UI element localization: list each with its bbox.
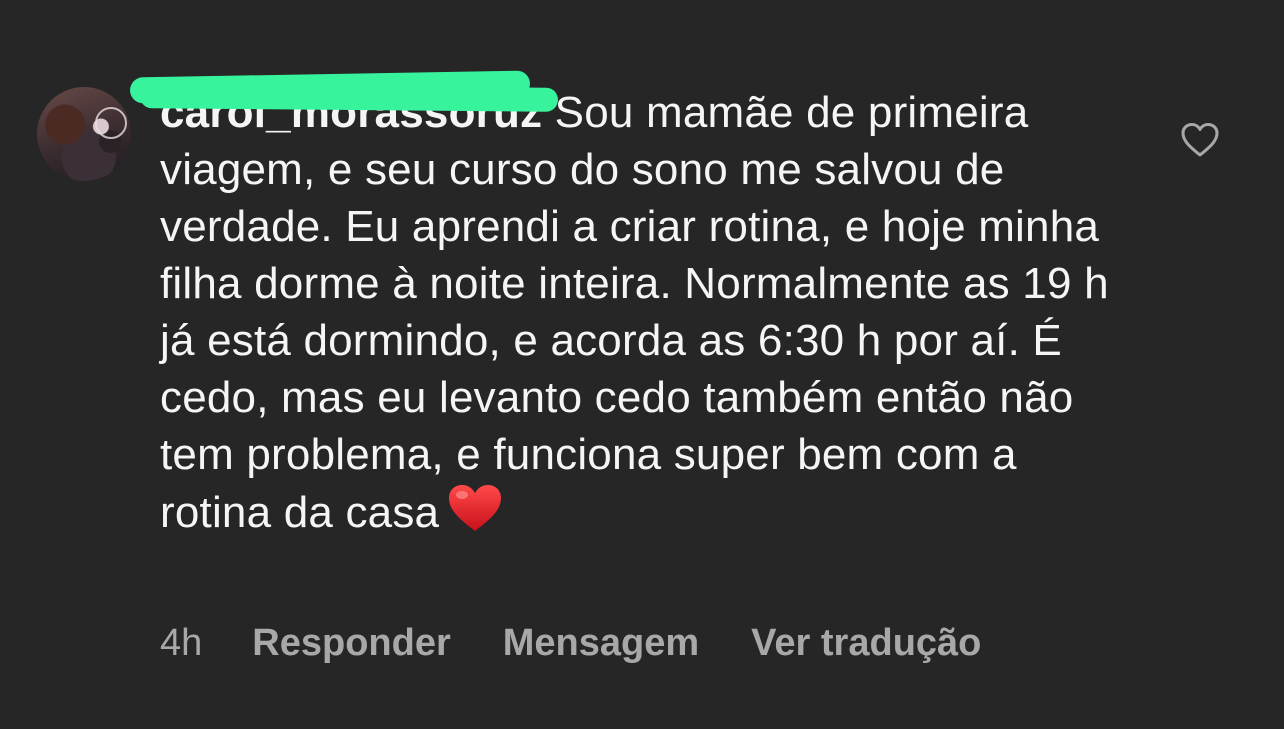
message-button[interactable]: Mensagem	[503, 622, 699, 665]
reply-button[interactable]: Responder	[252, 622, 450, 665]
heart-outline-icon[interactable]	[1180, 122, 1220, 158]
comment-actions: 4h Responder Mensagem Ver tradução	[160, 618, 1033, 668]
comment-timestamp: 4h	[160, 621, 203, 664]
see-translation-button[interactable]: Ver tradução	[751, 622, 981, 665]
comment-body: Sou mamãe de primeira viagem, e seu curs…	[160, 88, 1109, 537]
avatar[interactable]	[37, 87, 131, 181]
avatar-detail	[95, 107, 127, 139]
comment-text-block: carol_morassoruz Sou mamãe de primeira v…	[160, 84, 1120, 547]
red-heart-emoji-icon	[447, 483, 503, 547]
comment-username[interactable]: carol_morassoruz	[160, 88, 542, 137]
comment: carol_morassoruz Sou mamãe de primeira v…	[0, 0, 1284, 729]
